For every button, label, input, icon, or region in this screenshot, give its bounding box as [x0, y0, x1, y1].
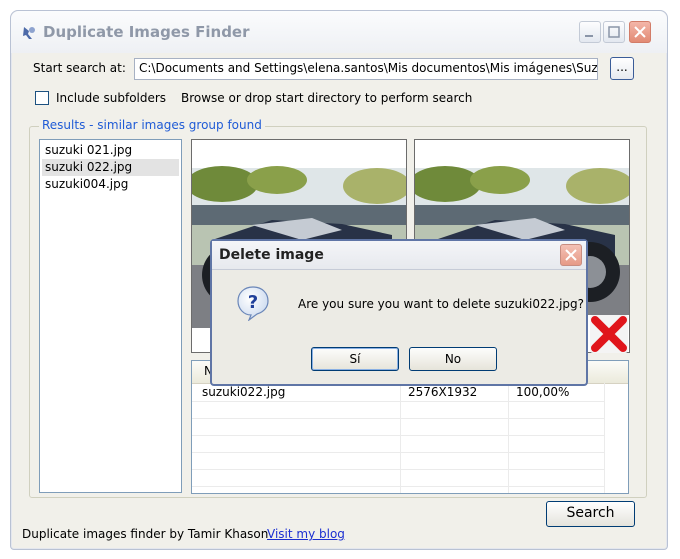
grid-row-divider [192, 486, 604, 487]
question-icon: ? [237, 286, 269, 321]
close-icon [634, 26, 646, 38]
list-item[interactable]: suzuki004.jpg [42, 176, 179, 193]
minimize-button[interactable] [579, 21, 601, 43]
grid-col-divider [400, 383, 401, 493]
grid-cell-size[interactable]: 2576X1932 [400, 384, 477, 401]
title-bar[interactable]: Duplicate Images Finder [11, 11, 667, 53]
grid-col-divider [604, 383, 605, 493]
grid-row-divider [192, 418, 604, 419]
list-item[interactable]: suzuki 022.jpg [42, 159, 179, 176]
grid-row-divider [192, 435, 604, 436]
grid-cell-similarity[interactable]: 100,00% [508, 384, 569, 401]
list-item[interactable]: suzuki 021.jpg [42, 142, 179, 159]
results-file-list[interactable]: suzuki 021.jpg suzuki 022.jpg suzuki004.… [39, 139, 182, 493]
visit-blog-link[interactable]: Visit my blog [267, 527, 345, 541]
app-icon [23, 27, 35, 39]
delete-image-dialog: Delete image ? Are you sure you want to … [210, 239, 588, 386]
results-legend: Results - similar images group found [39, 118, 265, 132]
delete-icon[interactable] [589, 314, 629, 354]
close-icon [565, 249, 577, 261]
grid-row-divider [192, 469, 604, 470]
no-button[interactable]: No [409, 347, 497, 371]
dialog-message: Are you sure you want to delete suzuki02… [298, 297, 585, 311]
browse-button[interactable]: ... [610, 57, 634, 80]
credit-text: Duplicate images finder by Tamir Khason [22, 527, 269, 541]
maximize-icon [608, 26, 620, 38]
maximize-button[interactable] [603, 21, 625, 43]
dialog-title-bar[interactable]: Delete image [212, 241, 586, 270]
grid-row-divider [192, 401, 604, 402]
search-hint: Browse or drop start directory to perfor… [181, 91, 473, 105]
dialog-title: Delete image [219, 247, 324, 263]
close-button[interactable] [629, 21, 651, 43]
start-search-label: Start search at: [33, 61, 126, 75]
include-subfolders-checkbox[interactable] [35, 91, 49, 105]
include-subfolders-label[interactable]: Include subfolders [56, 91, 166, 105]
svg-text:?: ? [248, 292, 258, 313]
search-button[interactable]: Search [546, 501, 635, 527]
grid-row-divider [192, 452, 604, 453]
yes-button[interactable]: Sí [311, 347, 399, 371]
dialog-close-button[interactable] [560, 244, 582, 266]
start-path-input[interactable]: C:\Documents and Settings\elena.santos\M… [134, 58, 598, 80]
grid-col-divider [508, 383, 509, 493]
grid-cell-name[interactable]: suzuki022.jpg [194, 384, 285, 401]
minimize-icon [585, 35, 593, 37]
window-title: Duplicate Images Finder [43, 23, 250, 41]
